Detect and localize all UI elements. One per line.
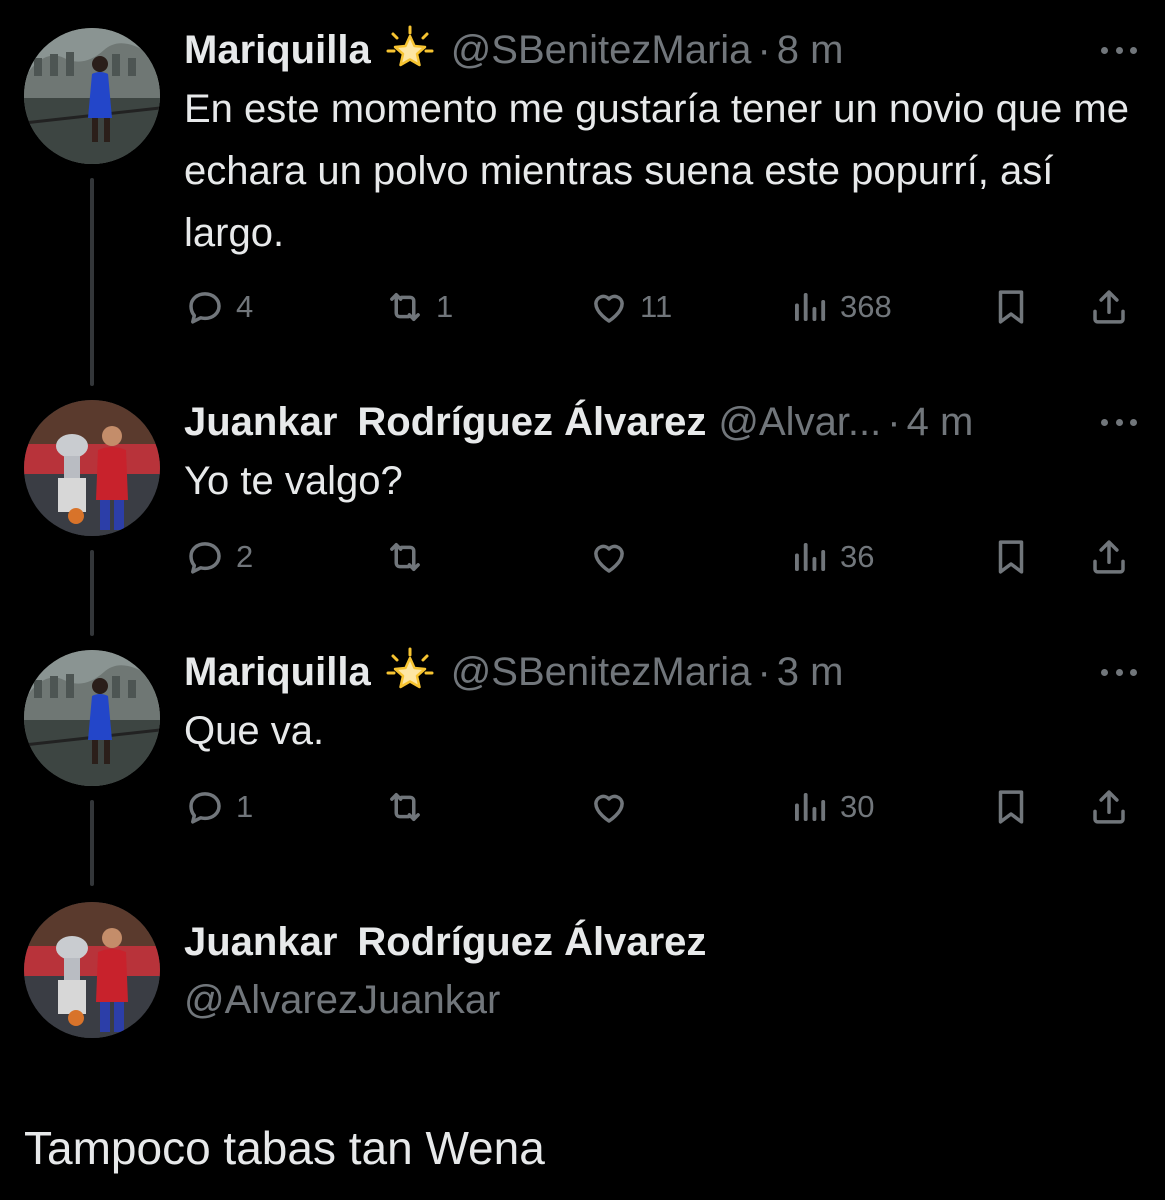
reply-count: 4 bbox=[236, 289, 254, 324]
views-icon bbox=[788, 286, 830, 328]
view-count: 36 bbox=[840, 539, 875, 574]
views-icon bbox=[788, 786, 830, 828]
views-icon bbox=[788, 536, 830, 578]
separator-dot: · bbox=[887, 400, 901, 444]
conversation-thread: Mariquilla @SBenitezMaria · 8 m En este … bbox=[0, 0, 1165, 1200]
composer-header: Juankar Rodríguez Álvarez bbox=[184, 916, 706, 968]
bookmark-icon bbox=[990, 786, 1032, 828]
reply-button[interactable]: 2 bbox=[184, 532, 253, 582]
reply-icon bbox=[184, 286, 226, 328]
thread-connector bbox=[90, 178, 94, 386]
display-name[interactable]: Mariquilla bbox=[184, 24, 371, 76]
separator-dot: · bbox=[757, 28, 771, 72]
avatar[interactable] bbox=[24, 400, 160, 536]
share-icon bbox=[1088, 286, 1130, 328]
tweet-text: Que va. bbox=[184, 709, 325, 753]
reply-count: 2 bbox=[236, 539, 254, 574]
like-button[interactable]: 11 bbox=[588, 282, 672, 332]
share-icon bbox=[1088, 536, 1130, 578]
repost-icon bbox=[384, 286, 426, 328]
bookmark-button[interactable] bbox=[990, 782, 1032, 832]
avatar[interactable] bbox=[24, 28, 160, 164]
share-icon bbox=[1088, 786, 1130, 828]
like-count: 11 bbox=[640, 289, 673, 324]
bookmark-icon bbox=[990, 286, 1032, 328]
thread-connector bbox=[90, 800, 94, 886]
separator-dot: · bbox=[757, 650, 771, 694]
reply-button[interactable]: 4 bbox=[184, 282, 253, 332]
action-bar: 4 1 11 368 bbox=[184, 282, 1144, 332]
username: @AlvarezJuankar bbox=[184, 978, 501, 1022]
display-name-last: Rodríguez Álvarez bbox=[357, 920, 707, 964]
views-button[interactable]: 30 bbox=[788, 782, 874, 832]
display-name-first: Juankar bbox=[184, 920, 338, 964]
views-button[interactable]: 36 bbox=[788, 532, 874, 582]
more-options-icon[interactable] bbox=[1101, 660, 1137, 684]
display-name[interactable]: Mariquilla bbox=[184, 646, 371, 698]
reply-button[interactable]: 1 bbox=[184, 782, 253, 832]
tweet-header: Mariquilla @SBenitezMaria · 8 m bbox=[184, 24, 843, 76]
heart-icon bbox=[588, 286, 630, 328]
timestamp[interactable]: 4 m bbox=[907, 396, 974, 448]
bookmark-icon bbox=[990, 536, 1032, 578]
action-bar: 1 30 bbox=[184, 782, 1144, 832]
repost-button[interactable] bbox=[384, 532, 426, 582]
views-button[interactable]: 368 bbox=[788, 282, 892, 332]
avatar[interactable] bbox=[24, 902, 160, 1038]
repost-button[interactable]: 1 bbox=[384, 282, 453, 332]
reply-text: Tampoco tabas tan Wena bbox=[24, 1122, 545, 1174]
display-name-first[interactable]: Juankar bbox=[184, 396, 337, 448]
bookmark-button[interactable] bbox=[990, 282, 1032, 332]
heart-icon bbox=[588, 536, 630, 578]
repost-icon bbox=[384, 536, 426, 578]
tweet-header: Mariquilla @SBenitezMaria · 3 m bbox=[184, 646, 843, 698]
glowing-star-icon bbox=[385, 647, 435, 697]
repost-icon bbox=[384, 786, 426, 828]
glowing-star-icon bbox=[385, 25, 435, 75]
username[interactable]: @SBenitezMaria bbox=[451, 24, 752, 76]
tweet-text: En este momento me gustaría tener un nov… bbox=[184, 87, 1129, 255]
timestamp[interactable]: 8 m bbox=[777, 24, 844, 76]
more-options-icon[interactable] bbox=[1101, 410, 1137, 434]
bookmark-button[interactable] bbox=[990, 532, 1032, 582]
share-button[interactable] bbox=[1088, 532, 1130, 582]
tweet-header: Juankar Rodríguez Álvarez @Alvar... · 4 m bbox=[184, 396, 973, 448]
share-button[interactable] bbox=[1088, 782, 1130, 832]
repost-count: 1 bbox=[436, 289, 454, 324]
view-count: 368 bbox=[840, 289, 892, 324]
username[interactable]: @Alvar... bbox=[718, 396, 881, 448]
display-name-last[interactable]: Rodríguez Álvarez bbox=[357, 396, 706, 448]
heart-icon bbox=[588, 786, 630, 828]
repost-button[interactable] bbox=[384, 782, 426, 832]
like-button[interactable] bbox=[588, 532, 630, 582]
more-options-icon[interactable] bbox=[1101, 38, 1137, 62]
thread-connector bbox=[90, 550, 94, 636]
view-count: 30 bbox=[840, 789, 875, 824]
action-bar: 2 36 bbox=[184, 532, 1144, 582]
avatar[interactable] bbox=[24, 650, 160, 786]
username[interactable]: @SBenitezMaria bbox=[451, 646, 752, 698]
share-button[interactable] bbox=[1088, 282, 1130, 332]
reply-icon bbox=[184, 536, 226, 578]
reply-icon bbox=[184, 786, 226, 828]
reply-count: 1 bbox=[236, 789, 254, 824]
timestamp[interactable]: 3 m bbox=[777, 646, 844, 698]
like-button[interactable] bbox=[588, 782, 630, 832]
tweet-text: Yo te valgo? bbox=[184, 459, 403, 503]
